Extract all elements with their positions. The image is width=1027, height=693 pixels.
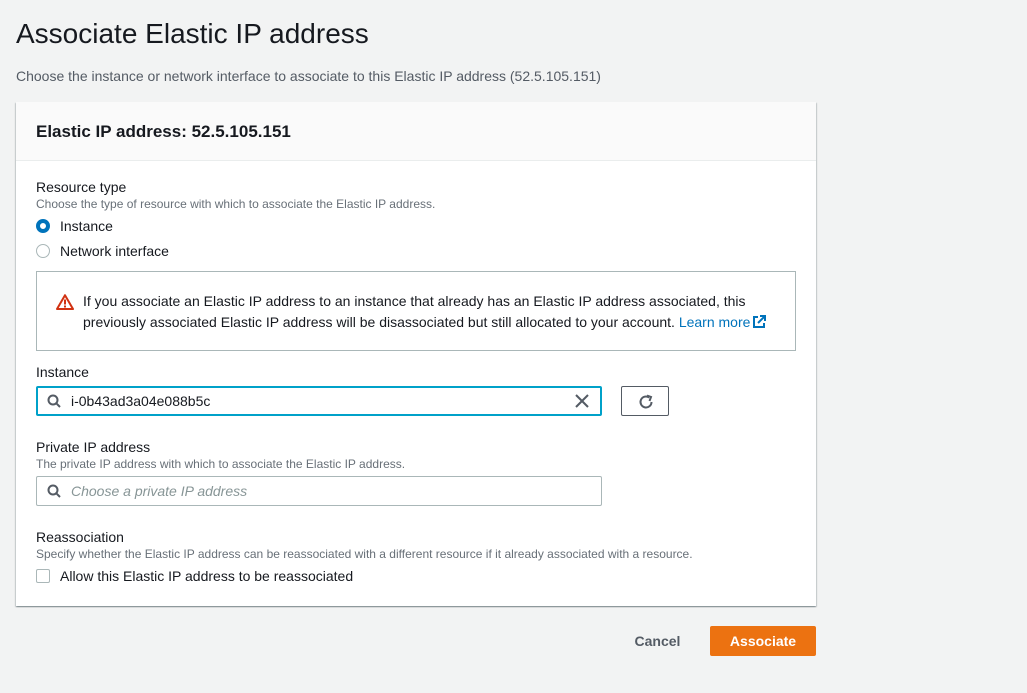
learn-more-label[interactable]: Learn more [679, 314, 751, 330]
radio-network-interface-label[interactable]: Network interface [60, 243, 169, 259]
radio-instance-button[interactable] [36, 219, 50, 233]
instance-value[interactable]: i-0b43ad3a04e088b5c [71, 393, 210, 409]
reassociation-checkbox-label[interactable]: Allow this Elastic IP address to be reas… [60, 568, 353, 584]
alert-message: If you associate an Elastic IP address t… [83, 293, 746, 330]
reassociation-description: Specify whether the Elastic IP address c… [36, 547, 693, 561]
external-link-icon [753, 315, 767, 328]
panel-header: Elastic IP address: 52.5.105.151 [16, 102, 816, 161]
associate-button[interactable]: Associate [710, 626, 816, 656]
instance-label: Instance [36, 364, 89, 380]
alert-text: If you associate an Elastic IP address t… [83, 291, 783, 333]
resource-type-label: Resource type [36, 179, 127, 195]
radio-network-interface[interactable]: Network interface [36, 242, 169, 260]
refresh-icon [639, 394, 653, 409]
warning-alert: If you associate an Elastic IP address t… [36, 271, 796, 351]
page-title: Associate Elastic IP address [16, 18, 369, 49]
private-ip-placeholder[interactable]: Choose a private IP address [71, 483, 247, 499]
cancel-button[interactable]: Cancel [620, 627, 695, 655]
radio-instance-label[interactable]: Instance [60, 218, 113, 234]
radio-network-interface-button[interactable] [36, 244, 50, 258]
search-icon [47, 484, 61, 498]
clear-icon[interactable] [574, 393, 590, 409]
private-ip-input[interactable]: Choose a private IP address [36, 476, 602, 506]
page-subtitle: Choose the instance or network interface… [16, 68, 601, 84]
radio-instance[interactable]: Instance [36, 217, 113, 235]
private-ip-label: Private IP address [36, 439, 151, 455]
private-ip-description: The private IP address with which to ass… [36, 457, 406, 471]
instance-input[interactable]: i-0b43ad3a04e088b5c [36, 386, 602, 416]
resource-type-description: Choose the type of resource with which t… [36, 197, 436, 211]
reassociation-checkbox[interactable] [36, 569, 50, 583]
associate-panel: Elastic IP address: 52.5.105.151 Resourc… [16, 102, 816, 606]
warning-icon [56, 294, 74, 310]
search-icon [47, 394, 61, 408]
learn-more-link[interactable]: Learn more [679, 314, 767, 330]
refresh-button[interactable] [621, 386, 669, 416]
panel-title: Elastic IP address: 52.5.105.151 [36, 122, 291, 141]
reassociation-label: Reassociation [36, 529, 124, 545]
